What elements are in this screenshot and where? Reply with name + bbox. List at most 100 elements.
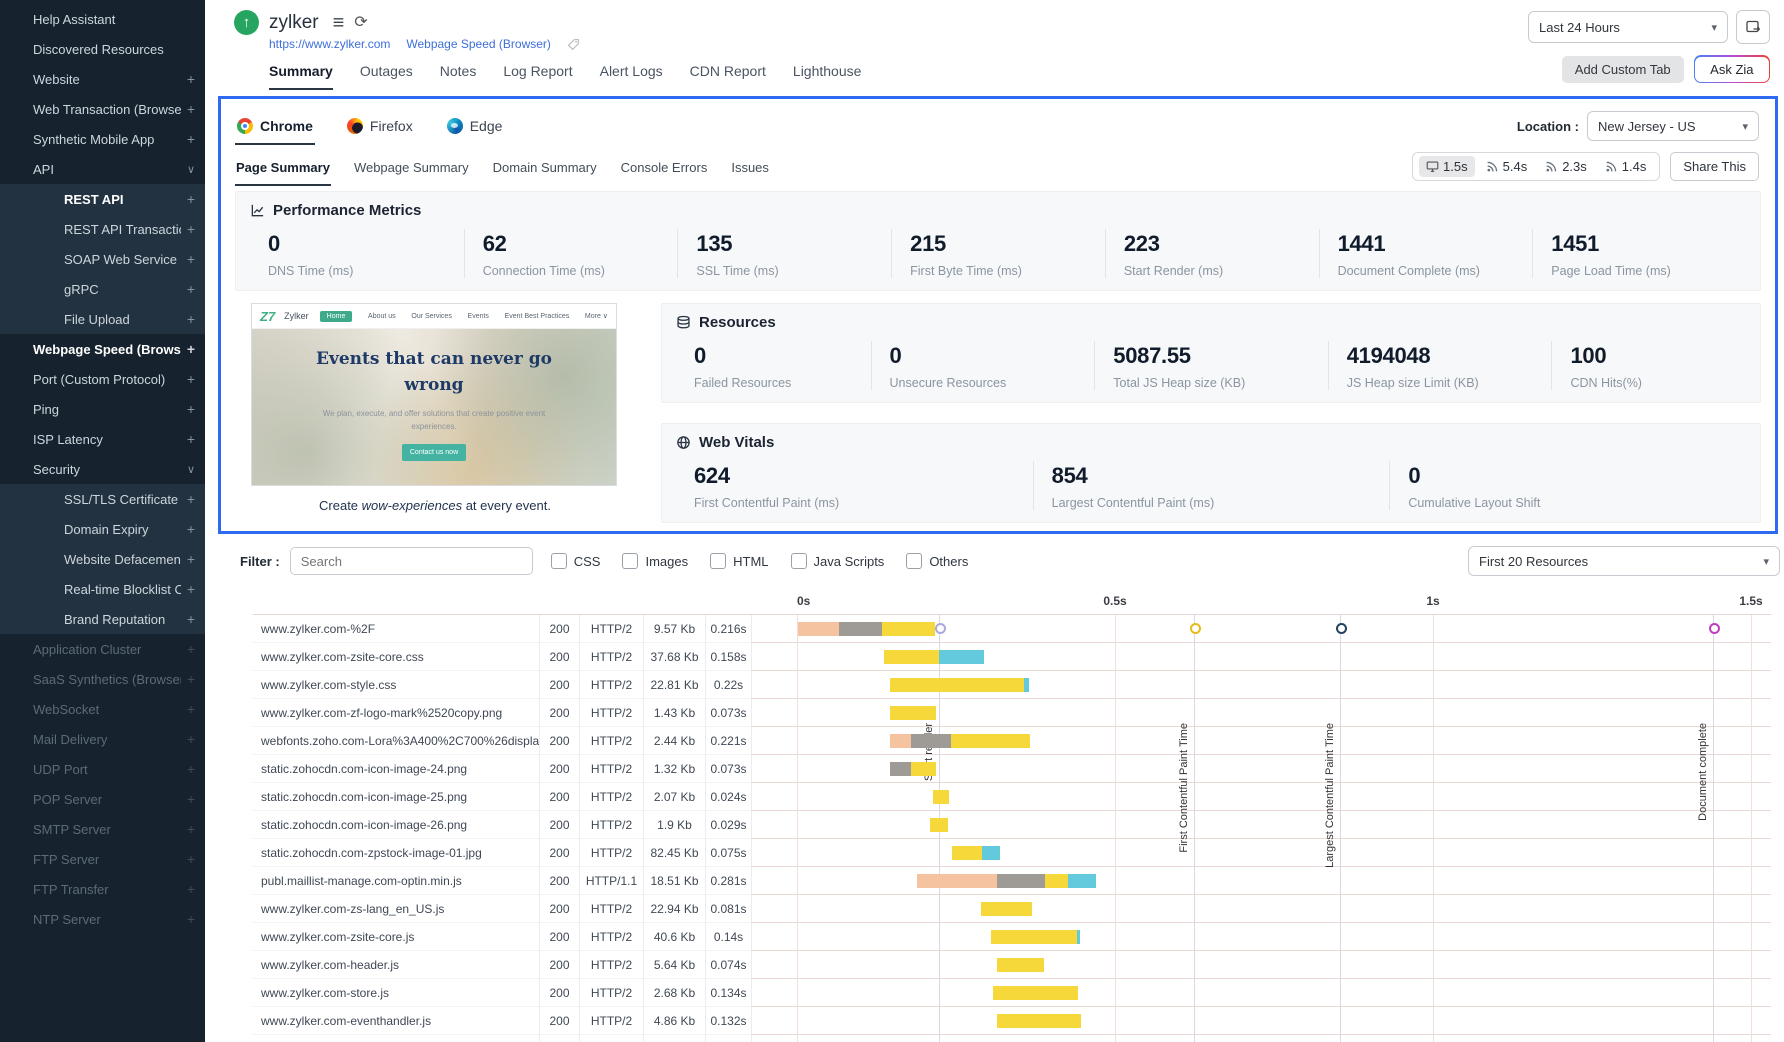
- sidebar-item[interactable]: SMTP Server + ∨: [0, 814, 205, 844]
- resource-row[interactable]: webfonts.zoho.com-Lora%3A400%2C700%26dis…: [253, 727, 1771, 755]
- add-monitor-icon[interactable]: +: [187, 731, 195, 747]
- sidebar-item[interactable]: Discovered Resources + ∨: [0, 34, 205, 64]
- bandwidth-badge[interactable]: 1.4s: [1598, 156, 1654, 177]
- add-monitor-icon[interactable]: +: [187, 101, 195, 117]
- monitor-tab[interactable]: Alert Logs: [600, 63, 663, 90]
- add-monitor-icon[interactable]: +: [187, 131, 195, 147]
- resource-row[interactable]: www.zylker.com-products-pagination.js 20…: [253, 1035, 1771, 1042]
- bandwidth-badge[interactable]: 5.4s: [1479, 156, 1535, 177]
- browser-tab[interactable]: Firefox: [345, 109, 415, 145]
- sidebar-item[interactable]: FTP Server + ∨: [0, 844, 205, 874]
- time-forward-button[interactable]: [1736, 10, 1770, 44]
- sidebar-item[interactable]: WebSocket + ∨: [0, 694, 205, 724]
- sidebar-item[interactable]: NTP Server + ∨: [0, 904, 205, 934]
- add-monitor-icon[interactable]: +: [187, 521, 195, 537]
- resource-row[interactable]: www.zylker.com-header.js 200 HTTP/2 5.64…: [253, 951, 1771, 979]
- sidebar-item[interactable]: Webpage Speed (Browser) + ∨: [0, 334, 205, 364]
- add-monitor-icon[interactable]: +: [187, 491, 195, 507]
- menu-icon[interactable]: ≡: [333, 13, 345, 33]
- sidebar-item[interactable]: REST API Transaction + ∨: [0, 214, 205, 244]
- location-select[interactable]: New Jersey - US ▾: [1587, 111, 1759, 141]
- checkbox-icon[interactable]: [622, 553, 638, 569]
- monitor-tab[interactable]: Notes: [440, 63, 477, 90]
- sidebar-item[interactable]: UDP Port + ∨: [0, 754, 205, 784]
- page-screenshot-thumbnail[interactable]: Z7 Zylker Home About us: [251, 303, 617, 486]
- add-monitor-icon[interactable]: +: [187, 761, 195, 777]
- add-monitor-icon[interactable]: +: [187, 791, 195, 807]
- summary-subtab[interactable]: Page Summary: [235, 151, 331, 186]
- summary-subtab[interactable]: Webpage Summary: [353, 151, 470, 186]
- add-custom-tab-button[interactable]: Add Custom Tab: [1562, 56, 1684, 83]
- sidebar-item[interactable]: FTP Transfer + ∨: [0, 874, 205, 904]
- add-monitor-icon[interactable]: +: [187, 821, 195, 837]
- sidebar-item[interactable]: SaaS Synthetics (Browser) + ∨: [0, 664, 205, 694]
- sidebar-item[interactable]: Mail Delivery + ∨: [0, 724, 205, 754]
- checkbox-icon[interactable]: [551, 553, 567, 569]
- add-monitor-icon[interactable]: +: [187, 341, 195, 357]
- resource-row[interactable]: www.zylker.com-store.js 200 HTTP/2 2.68 …: [253, 979, 1771, 1007]
- resource-row[interactable]: www.zylker.com-style.css 200 HTTP/2 22.8…: [253, 671, 1771, 699]
- sidebar-item[interactable]: Real-time Blocklist Check + ∨: [0, 574, 205, 604]
- monitor-tab[interactable]: Lighthouse: [793, 63, 862, 90]
- tag-icon[interactable]: [567, 38, 580, 51]
- add-monitor-icon[interactable]: +: [187, 311, 195, 327]
- sidebar-item[interactable]: Application Cluster + ∨: [0, 634, 205, 664]
- summary-subtab[interactable]: Console Errors: [620, 151, 709, 186]
- share-this-button[interactable]: Share This: [1670, 152, 1759, 181]
- filter-type-checkbox[interactable]: CSS: [551, 553, 601, 569]
- sidebar-item[interactable]: Website + ∨: [0, 64, 205, 94]
- monitor-tab[interactable]: Summary: [269, 63, 333, 90]
- search-input[interactable]: [290, 547, 533, 575]
- filter-type-checkbox[interactable]: HTML: [710, 553, 768, 569]
- add-monitor-icon[interactable]: +: [187, 881, 195, 897]
- sidebar-item[interactable]: POP Server + ∨: [0, 784, 205, 814]
- sidebar-item[interactable]: Port (Custom Protocol) + ∨: [0, 364, 205, 394]
- monitor-type-link[interactable]: Webpage Speed (Browser): [406, 37, 551, 51]
- sidebar-item[interactable]: Help Assistant + ∨: [0, 4, 205, 34]
- monitor-url-link[interactable]: https://www.zylker.com: [269, 37, 390, 51]
- resource-row[interactable]: www.zylker.com-zsite-core.css 200 HTTP/2…: [253, 643, 1771, 671]
- bandwidth-badge[interactable]: 2.3s: [1538, 156, 1594, 177]
- add-monitor-icon[interactable]: +: [187, 251, 195, 267]
- add-monitor-icon[interactable]: +: [187, 911, 195, 927]
- monitor-tab[interactable]: Outages: [360, 63, 413, 90]
- browser-tab[interactable]: Edge: [445, 109, 505, 145]
- sidebar-item[interactable]: ISP Latency + ∨: [0, 424, 205, 454]
- add-monitor-icon[interactable]: +: [187, 71, 195, 87]
- checkbox-icon[interactable]: [906, 553, 922, 569]
- sidebar-item[interactable]: REST API + ∨: [0, 184, 205, 214]
- add-monitor-icon[interactable]: +: [187, 701, 195, 717]
- resource-row[interactable]: www.zylker.com-zs-lang_en_US.js 200 HTTP…: [253, 895, 1771, 923]
- summary-subtab[interactable]: Issues: [730, 151, 770, 186]
- add-monitor-icon[interactable]: +: [187, 641, 195, 657]
- resource-row[interactable]: www.zylker.com-zsite-core.js 200 HTTP/2 …: [253, 923, 1771, 951]
- add-monitor-icon[interactable]: +: [187, 371, 195, 387]
- resource-row[interactable]: www.zylker.com-eventhandler.js 200 HTTP/…: [253, 1007, 1771, 1035]
- sidebar-item[interactable]: Synthetic Mobile App + ∨: [0, 124, 205, 154]
- resource-row[interactable]: static.zohocdn.com-zpstock-image-01.jpg …: [253, 839, 1771, 867]
- sidebar-item[interactable]: Ping + ∨: [0, 394, 205, 424]
- filter-type-checkbox[interactable]: Images: [622, 553, 688, 569]
- filter-type-checkbox[interactable]: Java Scripts: [791, 553, 885, 569]
- resource-row[interactable]: static.zohocdn.com-icon-image-24.png 200…: [253, 755, 1771, 783]
- summary-subtab[interactable]: Domain Summary: [492, 151, 598, 186]
- checkbox-icon[interactable]: [710, 553, 726, 569]
- ask-zia-button[interactable]: Ask Zia: [1694, 55, 1770, 83]
- sidebar-item[interactable]: Security + ∨: [0, 454, 205, 484]
- browser-tab[interactable]: Chrome: [235, 109, 315, 145]
- add-monitor-icon[interactable]: +: [187, 401, 195, 417]
- bandwidth-badge[interactable]: 1.5s: [1419, 156, 1475, 177]
- sidebar-item[interactable]: Domain Expiry + ∨: [0, 514, 205, 544]
- sidebar-item[interactable]: File Upload + ∨: [0, 304, 205, 334]
- resource-row[interactable]: www.zylker.com-%2F 200 HTTP/2 9.57 Kb 0.…: [253, 615, 1771, 643]
- add-monitor-icon[interactable]: +: [187, 191, 195, 207]
- checkbox-icon[interactable]: [791, 553, 807, 569]
- add-monitor-icon[interactable]: +: [187, 581, 195, 597]
- add-monitor-icon[interactable]: +: [187, 221, 195, 237]
- resource-row[interactable]: www.zylker.com-zf-logo-mark%2520copy.png…: [253, 699, 1771, 727]
- filter-type-checkbox[interactable]: Others: [906, 553, 968, 569]
- resource-row[interactable]: static.zohocdn.com-icon-image-25.png 200…: [253, 783, 1771, 811]
- sidebar-item[interactable]: SOAP Web Service + ∨: [0, 244, 205, 274]
- resource-limit-select[interactable]: First 20 Resources ▾: [1468, 546, 1780, 576]
- add-monitor-icon[interactable]: +: [187, 551, 195, 567]
